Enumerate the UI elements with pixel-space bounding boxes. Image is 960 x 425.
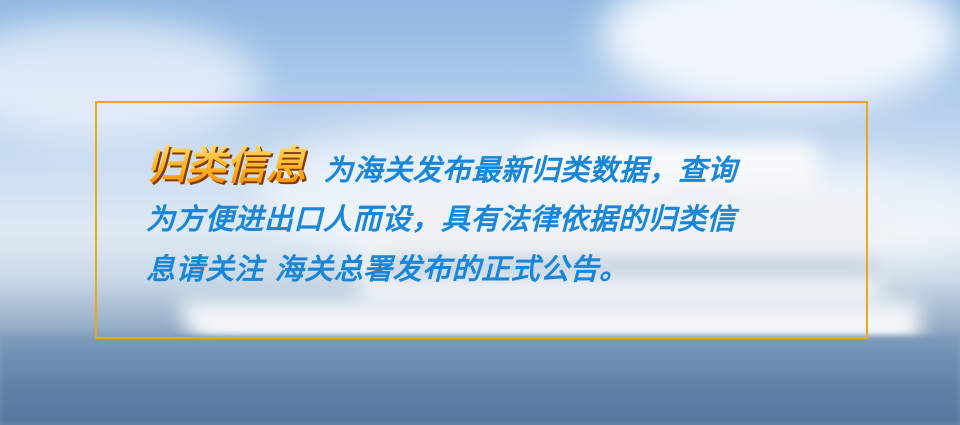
sea (0, 335, 960, 425)
banner-title: 归类信息 (146, 138, 306, 194)
banner-text-line-3: 息请关注 海关总署发布的正式公告。 (146, 252, 629, 286)
banner-line-1: 归类信息 为海关发布最新归类数据，查询 (146, 138, 846, 194)
cloud (600, 0, 960, 110)
banner-text-line-2: 为方便进出口人而设，具有法律依据的归类信 (146, 202, 737, 236)
banner-text-line-1: 为海关发布最新归类数据，查询 (324, 153, 738, 187)
banner-text-block: 归类信息 为海关发布最新归类数据，查询 为方便进出口人而设，具有法律依据的归类信… (146, 138, 846, 294)
